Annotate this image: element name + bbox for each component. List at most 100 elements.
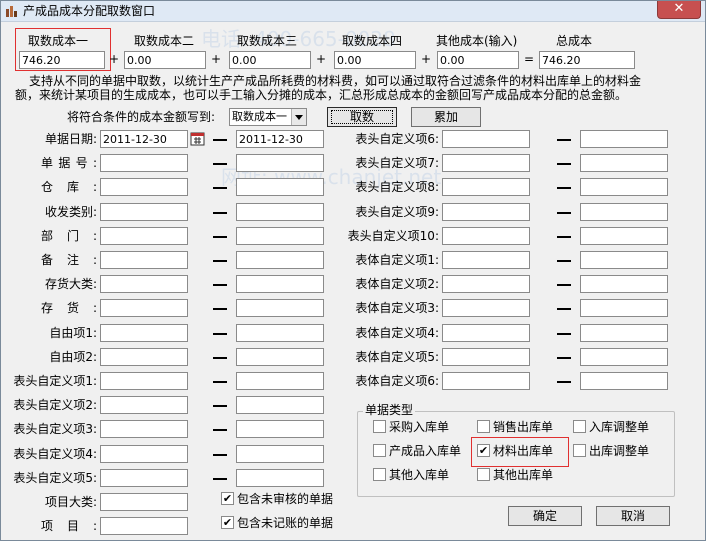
filter-to-input[interactable] [236, 396, 324, 414]
filter-from-input[interactable] [100, 130, 188, 148]
filter-from-input[interactable] [442, 275, 530, 293]
filter-from-input[interactable] [442, 251, 530, 269]
cost-other-input[interactable] [437, 51, 519, 69]
filter-from-input[interactable] [100, 420, 188, 438]
filter-to-input[interactable] [580, 299, 668, 317]
filter-to-input[interactable] [580, 203, 668, 221]
filter-from-input[interactable] [442, 130, 530, 148]
range-dash [213, 454, 227, 456]
filter-from-input[interactable] [442, 372, 530, 390]
filter-to-input[interactable] [236, 348, 324, 366]
filter-to-input[interactable] [236, 445, 324, 463]
filter-label-right: 表头自定义项10: [347, 229, 439, 243]
doc-type-checkbox-other-in[interactable] [373, 468, 386, 481]
range-dash [557, 139, 571, 141]
calendar-icon[interactable] [190, 131, 205, 146]
doc-type-label: 销售出库单 [493, 420, 554, 434]
title-bar[interactable]: 产成品成本分配取数窗口 ✕ [1, 1, 705, 22]
check-icon: ✔ [222, 492, 233, 505]
filter-to-input[interactable] [236, 251, 324, 269]
doc-type-checkbox-sales-out[interactable] [477, 420, 490, 433]
filter-to-input[interactable] [236, 178, 324, 196]
filter-from-input[interactable] [100, 469, 188, 487]
filter-to-input[interactable] [236, 420, 324, 438]
filter-from-input[interactable] [442, 178, 530, 196]
filter-from-input[interactable] [442, 299, 530, 317]
doc-type-checkbox-product-in[interactable] [373, 444, 386, 457]
filter-from-input[interactable] [100, 445, 188, 463]
filter-to-input[interactable] [580, 251, 668, 269]
filter-to-input[interactable] [236, 324, 324, 342]
cost-4-label: 取数成本四 [342, 34, 403, 48]
cost-4-input[interactable] [334, 51, 416, 69]
cancel-button[interactable]: 取消 [596, 506, 670, 526]
filter-from-input[interactable] [442, 203, 530, 221]
cost-2-input[interactable] [124, 51, 206, 69]
filter-to-input[interactable] [580, 227, 668, 245]
filter-to-input[interactable] [580, 130, 668, 148]
doc-type-checkbox-other-out[interactable] [477, 468, 490, 481]
write-to-select[interactable]: 取数成本一 [229, 108, 307, 126]
ok-button[interactable]: 确定 [508, 506, 582, 526]
total-cost-input[interactable] [539, 51, 635, 69]
filter-label-left: 表头自定义项5: [13, 471, 97, 485]
filter-from-input[interactable] [100, 517, 188, 535]
filter-from-input[interactable] [442, 227, 530, 245]
accumulate-button[interactable]: 累加 [411, 107, 481, 127]
doc-types-title: 单据类型 [363, 402, 416, 418]
filter-label-right: 表头自定义项9: [355, 205, 439, 219]
filter-from-input[interactable] [100, 348, 188, 366]
filter-to-input[interactable] [580, 348, 668, 366]
filter-to-input[interactable] [580, 372, 668, 390]
filter-from-input[interactable] [100, 324, 188, 342]
filter-from-input[interactable] [100, 299, 188, 317]
filter-to-input[interactable] [580, 324, 668, 342]
unposted-checkbox[interactable]: ✔ [221, 516, 234, 529]
unaudited-checkbox[interactable]: ✔ [221, 492, 234, 505]
doc-type-checkbox-in-adjust[interactable] [573, 420, 586, 433]
fetch-button[interactable]: 取数 [327, 107, 397, 127]
filter-from-input[interactable] [442, 348, 530, 366]
filter-label-left: 表头自定义项4: [13, 447, 97, 461]
filter-to-input[interactable] [236, 275, 324, 293]
filter-from-input[interactable] [100, 493, 188, 511]
cost-1-input[interactable] [19, 51, 105, 69]
filter-to-input[interactable] [236, 469, 324, 487]
filter-label-right: 表头自定义项7: [355, 156, 439, 170]
filter-from-input[interactable] [100, 178, 188, 196]
doc-type-label: 入库调整单 [589, 420, 650, 434]
filter-to-input[interactable] [236, 130, 324, 148]
filter-from-input[interactable] [100, 203, 188, 221]
doc-type-checkbox-material-out[interactable]: ✔ [477, 444, 490, 457]
chevron-down-icon[interactable] [291, 109, 306, 125]
filter-to-input[interactable] [580, 275, 668, 293]
doc-type-checkbox-purchase-in[interactable] [373, 420, 386, 433]
doc-type-label: 采购入库单 [389, 420, 450, 434]
doc-type-label: 材料出库单 [493, 444, 554, 458]
equals-sign: = [524, 52, 535, 66]
filter-from-input[interactable] [442, 324, 530, 342]
cost-other-label: 其他成本(输入) [436, 34, 518, 48]
filter-to-input[interactable] [236, 203, 324, 221]
close-button[interactable]: ✕ [657, 1, 701, 19]
filter-to-input[interactable] [236, 227, 324, 245]
filter-from-input[interactable] [100, 396, 188, 414]
unposted-label: 包含未记账的单据 [237, 516, 334, 530]
filter-to-input[interactable] [580, 154, 668, 172]
cost-3-input[interactable] [229, 51, 311, 69]
doc-type-checkbox-out-adjust[interactable] [573, 444, 586, 457]
range-dash [213, 429, 227, 431]
filter-from-input[interactable] [100, 275, 188, 293]
filter-to-input[interactable] [580, 178, 668, 196]
filter-to-input[interactable] [236, 154, 324, 172]
filter-from-input[interactable] [100, 154, 188, 172]
filter-label-right: 表体自定义项2: [355, 277, 439, 291]
filter-from-input[interactable] [100, 251, 188, 269]
filter-label-left: 仓库: [41, 180, 97, 194]
filter-to-input[interactable] [236, 372, 324, 390]
total-cost-label: 总成本 [556, 34, 593, 48]
filter-from-input[interactable] [100, 372, 188, 390]
filter-from-input[interactable] [442, 154, 530, 172]
filter-from-input[interactable] [100, 227, 188, 245]
filter-to-input[interactable] [236, 299, 324, 317]
